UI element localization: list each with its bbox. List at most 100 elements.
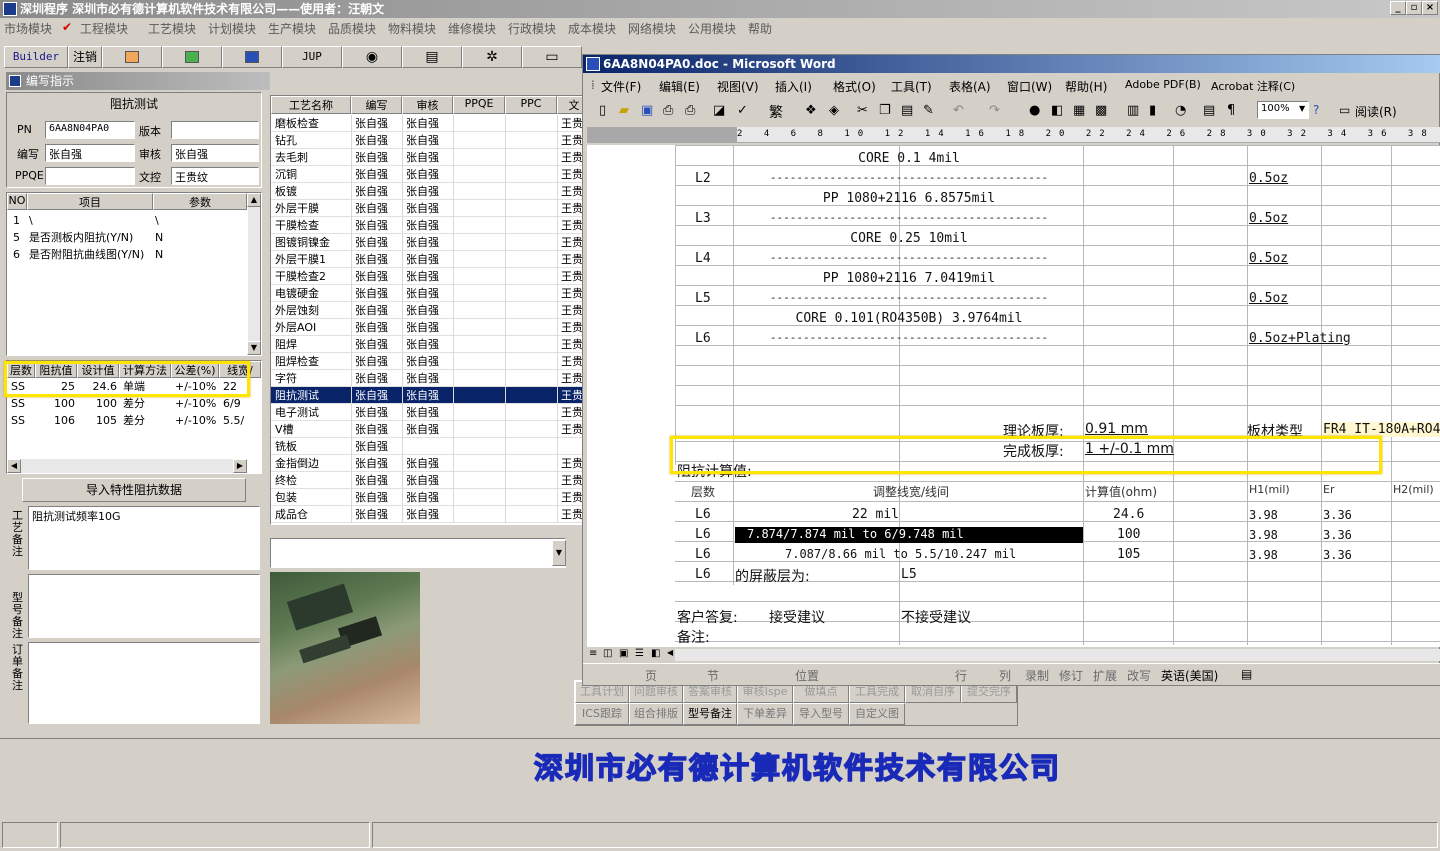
- proc-cell-writer[interactable]: 张自强: [353, 302, 388, 319]
- proc-cell-doc[interactable]: 王贵: [559, 421, 583, 438]
- proc-cell-name[interactable]: 字符: [273, 370, 297, 387]
- undo-icon[interactable]: ↶: [953, 103, 964, 118]
- proc-cell-reviewer[interactable]: 张自强: [404, 319, 439, 336]
- word-menu-help[interactable]: 帮助(H): [1065, 78, 1107, 95]
- proc-cell-name[interactable]: 金指倒边: [273, 455, 319, 472]
- proc-cell-doc[interactable]: 王贵: [559, 132, 583, 149]
- proc-cell-reviewer[interactable]: 张自强: [404, 183, 439, 200]
- table-row[interactable]: 电子测试 张自强 张自强 王贵: [271, 404, 591, 421]
- table-row[interactable]: 铣板 张自强: [271, 438, 591, 455]
- thesaurus-icon[interactable]: ◈: [829, 103, 839, 118]
- stack-text[interactable]: CORE 0.101(RO4350B) 3.9764mil: [735, 311, 1083, 326]
- table-row[interactable]: 干膜检查2 张自强 张自强 王贵: [271, 268, 591, 285]
- stack-layer[interactable]: L6: [695, 331, 711, 346]
- print-icon[interactable]: ⎙: [685, 103, 695, 118]
- word-menu-view[interactable]: 视图(V): [717, 78, 759, 95]
- theory-thickness-value[interactable]: 0.91 mm: [1085, 421, 1148, 437]
- proc-cell-writer[interactable]: 张自强: [353, 285, 388, 302]
- tools-button[interactable]: ✲: [462, 46, 522, 68]
- ink-icon[interactable]: ●: [1029, 103, 1040, 118]
- proc-cell-doc[interactable]: 王贵: [559, 285, 583, 302]
- imp-row-impedance[interactable]: 106: [37, 412, 75, 429]
- proc-cell-name[interactable]: 磨板检查: [273, 115, 319, 132]
- web-view-icon[interactable]: ◫: [603, 648, 612, 659]
- proc-cell-reviewer[interactable]: 张自强: [404, 268, 439, 285]
- menu-cost[interactable]: 成本模块: [568, 20, 616, 37]
- proc-cell-writer[interactable]: 张自强: [353, 438, 388, 455]
- table-row[interactable]: 电镀硬金 张自强 张自强 王贵: [271, 285, 591, 302]
- proc-cell-doc[interactable]: 王贵: [559, 200, 583, 217]
- view-button[interactable]: ◉: [342, 46, 402, 68]
- imp-row-design[interactable]: 100: [79, 395, 117, 412]
- stack-layer[interactable]: L3: [695, 211, 711, 226]
- scroll-down-icon[interactable]: ▼: [247, 341, 261, 355]
- btn-import-model[interactable]: 导入型号: [793, 703, 849, 725]
- proc-cell-reviewer[interactable]: 张自强: [404, 506, 439, 523]
- maximize-button[interactable]: ▫: [1406, 1, 1422, 15]
- items-row-item[interactable]: \: [27, 212, 33, 229]
- proc-cell-reviewer[interactable]: 张自强: [404, 336, 439, 353]
- table-row[interactable]: 外层蚀刻 张自强 张自强 王贵: [271, 302, 591, 319]
- ruler[interactable]: 2 4 6 8 10 12 14 16 18 20 22 24 26 28 30…: [587, 127, 1440, 143]
- calc-row-layer[interactable]: L6: [695, 527, 711, 542]
- proc-cell-name[interactable]: 阻焊检查: [273, 353, 319, 370]
- proc-cell-writer[interactable]: 张自强: [353, 387, 388, 404]
- shield-layer[interactable]: L6: [695, 567, 711, 582]
- calc-row-h1[interactable]: 3.98: [1249, 548, 1278, 562]
- proc-cell-writer[interactable]: 张自强: [353, 336, 388, 353]
- word-menu-adobe-pdf[interactable]: Adobe PDF(B): [1125, 78, 1201, 91]
- proc-cell-name[interactable]: 钻孔: [273, 132, 297, 149]
- material-value[interactable]: FR4 IT-180A+RO4: [1323, 422, 1440, 437]
- builder-button[interactable]: Builder: [4, 46, 68, 68]
- stack-text[interactable]: PP 1080+2116 7.0419mil: [735, 271, 1083, 286]
- proc-cell-name[interactable]: 外层蚀刻: [273, 302, 319, 319]
- proc-cell-writer[interactable]: 张自强: [353, 268, 388, 285]
- proc-cell-reviewer[interactable]: 张自强: [404, 251, 439, 268]
- calc-row-width[interactable]: 22 mil: [735, 507, 899, 522]
- proc-cell-doc[interactable]: 王贵: [559, 506, 583, 523]
- menu-market[interactable]: 市场模块: [4, 20, 52, 37]
- calc-row-er[interactable]: 3.36: [1323, 508, 1352, 522]
- proc-cell-writer[interactable]: 张自强: [353, 115, 388, 132]
- table-row[interactable]: 图镀铜镍金 张自强 张自强 王贵: [271, 234, 591, 251]
- menu-engineering[interactable]: 工程模块: [80, 20, 128, 37]
- version-field[interactable]: [171, 121, 259, 139]
- btn-ics-track[interactable]: ICS跟踪: [575, 703, 629, 725]
- reject-option[interactable]: 不接受建议: [901, 607, 971, 627]
- proc-cell-reviewer[interactable]: 张自强: [404, 472, 439, 489]
- document-map-icon[interactable]: ▤: [1203, 103, 1215, 118]
- proc-cell-name[interactable]: 干膜检查: [273, 217, 319, 234]
- pn-field[interactable]: 6AA8N04PA0: [45, 121, 135, 139]
- proc-cell-doc[interactable]: 王贵: [559, 149, 583, 166]
- imp-row-layer[interactable]: SS: [9, 412, 25, 429]
- imp-row-design[interactable]: 105: [79, 412, 117, 429]
- imp-row-impedance[interactable]: 100: [37, 395, 75, 412]
- proc-cell-name[interactable]: 终检: [273, 472, 297, 489]
- table-row[interactable]: 阻焊 张自强 张自强 王贵: [271, 336, 591, 353]
- btn-model-note[interactable]: 型号备注: [683, 703, 737, 725]
- items-row-item[interactable]: 是否测板内阻抗(Y/N): [27, 229, 133, 246]
- items-row-param[interactable]: N: [153, 246, 163, 263]
- close-button[interactable]: ×: [1422, 1, 1438, 15]
- proc-cell-name[interactable]: 阻焊: [273, 336, 297, 353]
- excel-button[interactable]: [162, 46, 222, 68]
- table-row[interactable]: 去毛刺 张自强 张自强 王贵: [271, 149, 591, 166]
- calc-row-layer[interactable]: L6: [695, 547, 711, 562]
- items-row-item[interactable]: 是否附阻抗曲线图(Y/N): [27, 246, 144, 263]
- chart-icon[interactable]: ▮: [1149, 103, 1156, 118]
- imp-row-method[interactable]: 差分: [121, 412, 145, 429]
- menu-help[interactable]: 帮助: [748, 20, 772, 37]
- proc-cell-name[interactable]: 阻抗测试: [273, 387, 319, 404]
- table-row[interactable]: 外层干膜1 张自强 张自强 王贵: [271, 251, 591, 268]
- table-row[interactable]: 包装 张自强 张自强 王贵: [271, 489, 591, 506]
- proc-cell-reviewer[interactable]: 张自强: [404, 149, 439, 166]
- proc-cell-reviewer[interactable]: 张自强: [404, 132, 439, 149]
- word-menu-file[interactable]: 文件(F): [601, 78, 641, 95]
- proc-cell-reviewer[interactable]: 张自强: [404, 302, 439, 319]
- proc-cell-writer[interactable]: 张自强: [353, 183, 388, 200]
- table-row[interactable]: 磨板检查 张自强 张自强 王贵: [271, 115, 591, 132]
- proc-cell-reviewer[interactable]: 张自强: [404, 217, 439, 234]
- status-revision[interactable]: 修订: [1059, 667, 1083, 684]
- table-row[interactable]: 成品仓 张自强 张自强 王贵: [271, 506, 591, 523]
- proc-cell-reviewer[interactable]: 张自强: [404, 387, 439, 404]
